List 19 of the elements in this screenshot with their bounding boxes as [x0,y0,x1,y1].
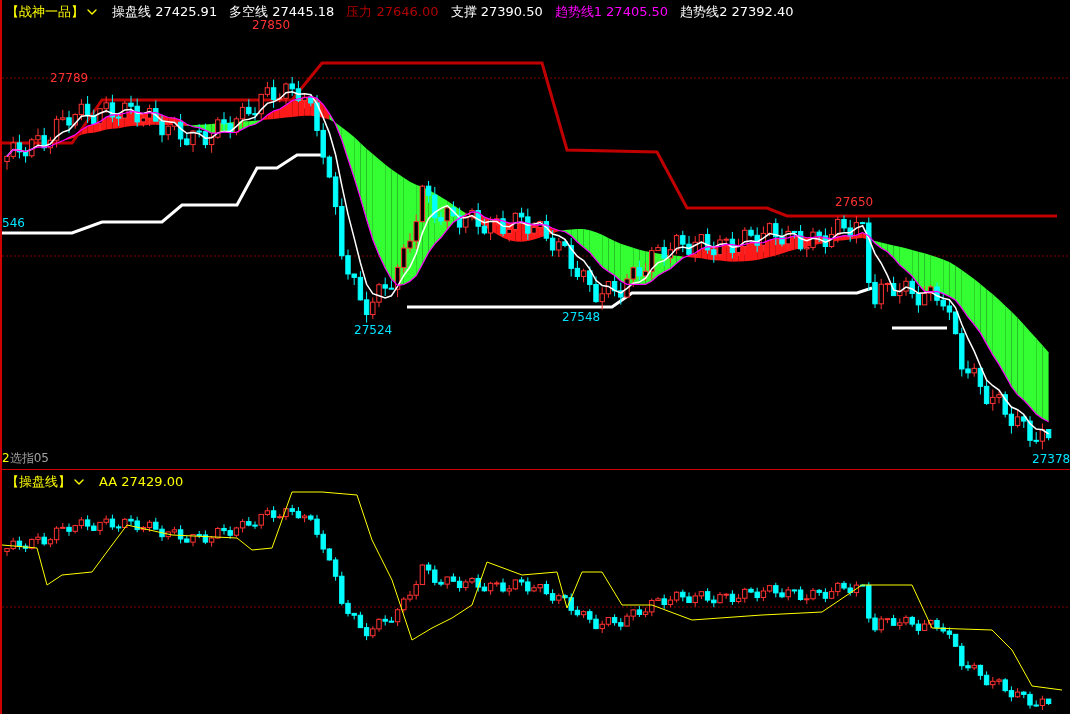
legend-value: 趋势线1 27405.50 [554,3,669,21]
price-label: 27524 [354,324,393,336]
price-label: 27789 [50,72,89,84]
legend-value: 压力 27646.00 [346,3,439,21]
legend-value: 多空线 27445.18 [229,3,335,20]
price-label: 27850 [252,19,291,31]
indicator-title[interactable]: 【战神一品】 [6,2,84,22]
period-label: 2 [2,452,10,464]
legend-value: 支撑 27390.50 [450,3,543,21]
legend-value: AA 27429.00 [99,473,184,491]
period-label: 选指05 [9,452,49,464]
price-label: 27650 [835,196,874,208]
legend-value: 操盘线 27425.91 [112,3,218,21]
price-label: 27378 [1032,453,1070,465]
indicator-title[interactable]: 【操盘线】 [6,472,71,492]
price-label: 27548 [562,311,601,323]
support-line [892,326,947,330]
legend-value: 趋势线2 27392.40 [680,3,794,21]
price-label: 546 [2,217,25,229]
